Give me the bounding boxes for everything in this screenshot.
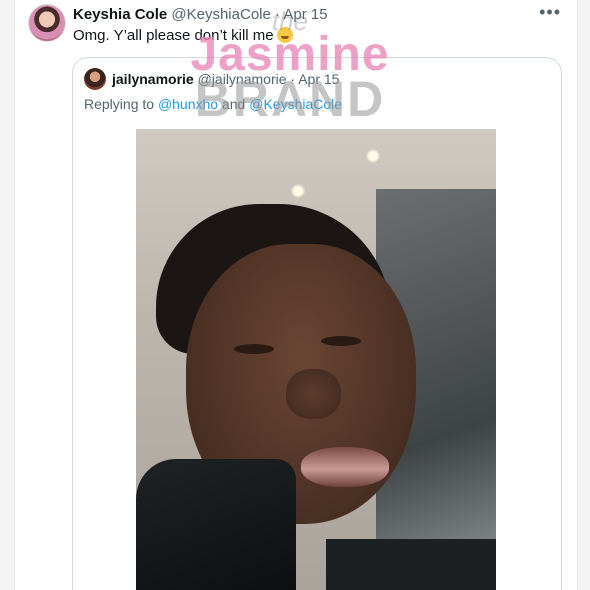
tweet-header: Keyshia Cole @KeyshiaCole · Apr 15 [73, 6, 328, 23]
reply-and-label: and [221, 96, 246, 112]
replying-to-label: Replying to [84, 96, 155, 112]
quoted-header: jailynamorie @jailynamorie · Apr 15 [112, 71, 339, 87]
person-jacket [326, 539, 496, 590]
quoted-date: Apr 15 [298, 71, 340, 87]
header-separator: · [275, 6, 281, 23]
quoted-author-name: jailynamorie [112, 71, 194, 87]
author-handle[interactable]: @KeyshiaCole [171, 6, 270, 23]
more-icon[interactable]: ••• [539, 2, 561, 23]
reply-user-link-2[interactable]: @KeyshiaCole [249, 96, 342, 112]
person-lips [301, 447, 389, 487]
tweet-date[interactable]: Apr 15 [283, 6, 327, 23]
quoted-separator: · [290, 71, 296, 87]
person-hood [136, 459, 296, 590]
grimace-emoji-icon [276, 27, 293, 43]
tweet-card: Keyshia Cole @KeyshiaCole · Apr 15 ••• O… [14, 0, 578, 590]
video-thumbnail[interactable] [136, 129, 496, 590]
person-eye [321, 336, 361, 346]
author-name[interactable]: Keyshia Cole [73, 6, 167, 23]
person-nose [286, 369, 341, 419]
person-eye [234, 344, 274, 354]
ceiling-light [366, 149, 380, 163]
ceiling-light [291, 184, 305, 198]
tweet-text-content: Omg. Y’all please don’t kill me [73, 27, 274, 44]
author-avatar[interactable] [28, 4, 66, 42]
reply-user-link-1[interactable]: @hunxho [158, 96, 218, 112]
replying-to-line: Replying to @hunxho and @KeyshiaCole [84, 96, 342, 112]
tweet-text: Omg. Y’all please don’t kill me [73, 27, 293, 44]
quoted-author-handle: @jailynamorie [197, 71, 287, 87]
quoted-tweet[interactable]: jailynamorie @jailynamorie · Apr 15 Repl… [72, 57, 562, 590]
quoted-author-avatar [84, 68, 106, 90]
